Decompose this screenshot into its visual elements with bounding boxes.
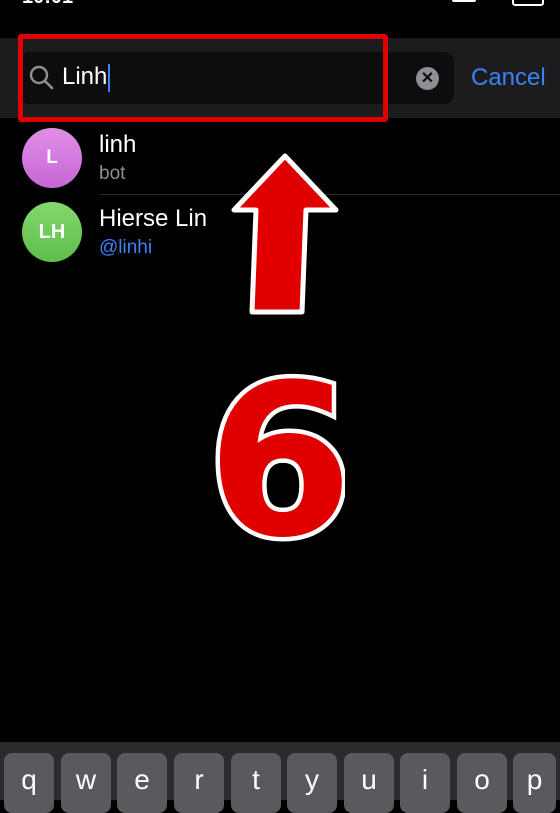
key-i[interactable]: i (400, 753, 450, 813)
signal-icon (452, 0, 476, 2)
avatar[interactable]: L (22, 128, 82, 188)
avatar[interactable]: LH (22, 202, 82, 262)
up-arrow-icon (231, 153, 339, 315)
key-e[interactable]: e (117, 753, 167, 813)
status-time: 10:01 (22, 0, 73, 9)
result-username: @linhi (99, 237, 153, 258)
key-r[interactable]: r (174, 753, 224, 813)
key-q[interactable]: q (4, 753, 54, 813)
key-p[interactable]: p (513, 753, 556, 813)
key-o[interactable]: o (457, 753, 507, 813)
key-w[interactable]: w (61, 753, 111, 813)
result-name[interactable]: linh (99, 131, 136, 159)
key-y[interactable]: y (287, 753, 337, 813)
key-t[interactable]: t (231, 753, 281, 813)
highlight-box (18, 34, 388, 122)
svg-text:6: 6 (215, 352, 345, 552)
key-u[interactable]: u (344, 753, 394, 813)
cancel-button[interactable]: Cancel (471, 64, 546, 92)
clear-icon[interactable]: ✕ (416, 67, 439, 90)
battery-icon (512, 0, 544, 6)
step-number: 6 (215, 352, 345, 552)
result-name[interactable]: Hierse Lin (99, 205, 207, 233)
result-subtitle: bot (99, 163, 126, 184)
